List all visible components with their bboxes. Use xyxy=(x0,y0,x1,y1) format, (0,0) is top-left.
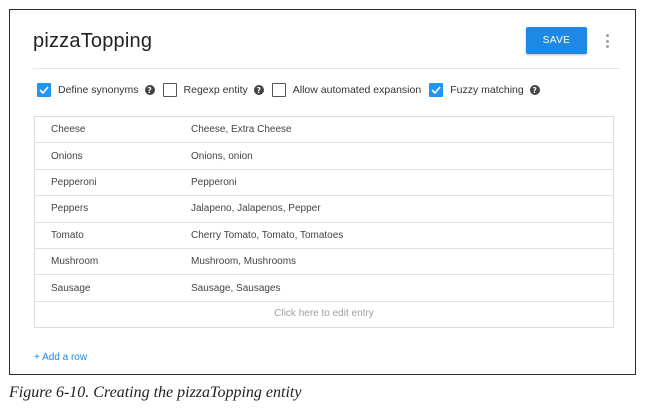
save-button[interactable]: SAVE xyxy=(526,27,587,54)
synonyms-value[interactable]: Pepperoni xyxy=(191,177,613,188)
table-row[interactable]: Cheese Cheese, Extra Cheese xyxy=(35,117,613,144)
table-row[interactable]: Tomato Cherry Tomato, Tomato, Tomatoes xyxy=(35,223,613,249)
synonyms-value[interactable]: Mushroom, Mushrooms xyxy=(191,256,613,267)
help-icon[interactable]: ? xyxy=(144,85,155,95)
reference-value[interactable]: Mushroom xyxy=(35,256,191,267)
reference-value[interactable]: Pepperoni xyxy=(35,177,191,188)
entity-editor-panel: pizzaTopping SAVE Define synonyms ? Rege… xyxy=(9,9,636,375)
synonyms-value[interactable]: Cherry Tomato, Tomato, Tomatoes xyxy=(191,230,613,241)
synonyms-value[interactable]: Cheese, Extra Cheese xyxy=(191,124,613,135)
option-regexp-entity[interactable]: Regexp entity ? xyxy=(162,83,264,97)
help-icon[interactable]: ? xyxy=(529,85,540,95)
fuzzy-matching-label: Fuzzy matching xyxy=(450,84,524,96)
reference-value[interactable]: Cheese xyxy=(35,124,191,135)
help-icon[interactable]: ? xyxy=(253,85,264,95)
fuzzy-matching-checkbox[interactable] xyxy=(429,83,444,97)
option-allow-automated-expansion[interactable]: Allow automated expansion xyxy=(271,83,422,97)
option-fuzzy-matching[interactable]: Fuzzy matching ? xyxy=(429,83,540,97)
entity-title[interactable]: pizzaTopping xyxy=(33,30,152,53)
option-define-synonyms[interactable]: Define synonyms ? xyxy=(37,83,155,97)
define-synonyms-checkbox[interactable] xyxy=(37,83,51,97)
synonyms-value[interactable]: Onions, onion xyxy=(191,151,613,162)
header-divider xyxy=(33,68,619,69)
allow-automated-expansion-checkbox[interactable] xyxy=(271,83,286,97)
edit-entry-row[interactable]: Click here to edit entry xyxy=(35,302,613,326)
table-row[interactable]: Sausage Sausage, Sausages xyxy=(35,275,613,302)
figure-caption: Figure 6-10. Creating the pizzaTopping e… xyxy=(9,384,302,401)
reference-value[interactable]: Onions xyxy=(35,151,191,162)
table-row[interactable]: Peppers Jalapeno, Jalapenos, Pepper xyxy=(35,196,613,223)
regexp-entity-checkbox[interactable] xyxy=(162,83,177,97)
define-synonyms-label: Define synonyms xyxy=(58,84,139,96)
table-row[interactable]: Mushroom Mushroom, Mushrooms xyxy=(35,249,613,276)
reference-value[interactable]: Sausage xyxy=(35,283,191,294)
allow-automated-expansion-label: Allow automated expansion xyxy=(292,84,422,96)
entries-table: Cheese Cheese, Extra Cheese Onions Onion… xyxy=(34,116,614,328)
table-row[interactable]: Pepperoni Pepperoni xyxy=(35,170,613,197)
synonyms-value[interactable]: Jalapeno, Jalapenos, Pepper xyxy=(191,203,613,214)
add-row-link[interactable]: + Add a row xyxy=(34,352,87,363)
reference-value[interactable]: Peppers xyxy=(35,203,191,214)
synonyms-value[interactable]: Sausage, Sausages xyxy=(191,283,613,294)
kebab-menu-icon[interactable] xyxy=(602,32,612,50)
entity-options: Define synonyms ? Regexp entity ? Allow … xyxy=(37,81,548,99)
table-row[interactable]: Onions Onions, onion xyxy=(35,143,613,170)
regexp-entity-label: Regexp entity xyxy=(183,84,248,96)
reference-value[interactable]: Tomato xyxy=(35,230,191,241)
